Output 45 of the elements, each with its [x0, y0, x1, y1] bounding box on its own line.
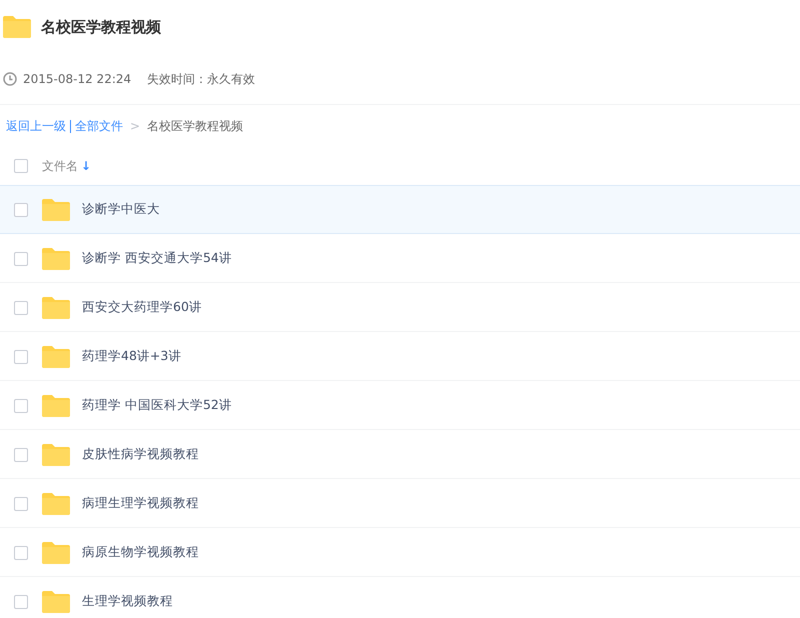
folder-name[interactable]: 药理学48讲+3讲 [82, 348, 182, 365]
folder-icon [42, 248, 70, 270]
expiry-text: 失效时间：永久有效 [147, 70, 256, 88]
folder-name[interactable]: 病原生物学视频教程 [82, 544, 199, 561]
column-header[interactable]: 文件名 [42, 158, 78, 174]
current-folder: 名校医学教程视频 [147, 118, 244, 134]
checkbox[interactable] [14, 496, 28, 510]
file-row[interactable]: 病原生物学视频教程 [0, 528, 800, 577]
file-row[interactable]: 病理生理学视频教程 [0, 479, 800, 528]
file-row[interactable]: 生理学视频教程 [0, 577, 800, 618]
checkbox[interactable] [14, 202, 28, 216]
folder-name[interactable]: 西安交大药理学60讲 [82, 299, 202, 316]
file-row[interactable]: 西安交大药理学60讲 [0, 283, 800, 332]
file-row[interactable]: 诊断学 西安交通大学54讲 [0, 234, 800, 283]
checkbox[interactable] [14, 448, 28, 462]
select-all-checkbox[interactable] [14, 159, 28, 173]
folder-name[interactable]: 诊断学 西安交通大学54讲 [82, 250, 232, 267]
folder-icon [42, 542, 70, 564]
file-row[interactable]: 药理学 中国医科大学52讲 [0, 381, 800, 430]
folder-icon [42, 198, 70, 220]
checkbox[interactable] [14, 546, 28, 560]
clock-icon [3, 72, 17, 86]
checkbox[interactable] [14, 300, 28, 314]
folder-icon [42, 492, 70, 514]
folder-name[interactable]: 病理生理学视频教程 [82, 495, 199, 512]
folder-icon [42, 296, 70, 318]
share-date: 2015-08-12 22:24 [23, 72, 132, 86]
checkbox[interactable] [14, 594, 28, 608]
folder-icon [42, 394, 70, 416]
folder-name[interactable]: 诊断学中医大 [82, 201, 160, 218]
folder-name[interactable]: 皮肤性病学视频教程 [82, 446, 199, 463]
folder-name[interactable]: 生理学视频教程 [82, 593, 173, 610]
folder-name[interactable]: 药理学 中国医科大学52讲 [82, 397, 232, 414]
checkbox[interactable] [14, 398, 28, 412]
folder-icon [42, 590, 70, 612]
share-title: 名校医学教程视频 [41, 18, 161, 36]
folder-icon [42, 346, 70, 368]
breadcrumb-separator: > [130, 119, 140, 133]
folder-icon [42, 444, 70, 466]
folder-icon [3, 16, 31, 38]
file-row[interactable]: 药理学48讲+3讲 [0, 332, 800, 381]
checkbox[interactable] [14, 350, 28, 364]
file-row[interactable]: 诊断学中医大 [0, 185, 800, 234]
file-row[interactable]: 皮肤性病学视频教程 [0, 430, 800, 479]
checkbox[interactable] [14, 252, 28, 266]
